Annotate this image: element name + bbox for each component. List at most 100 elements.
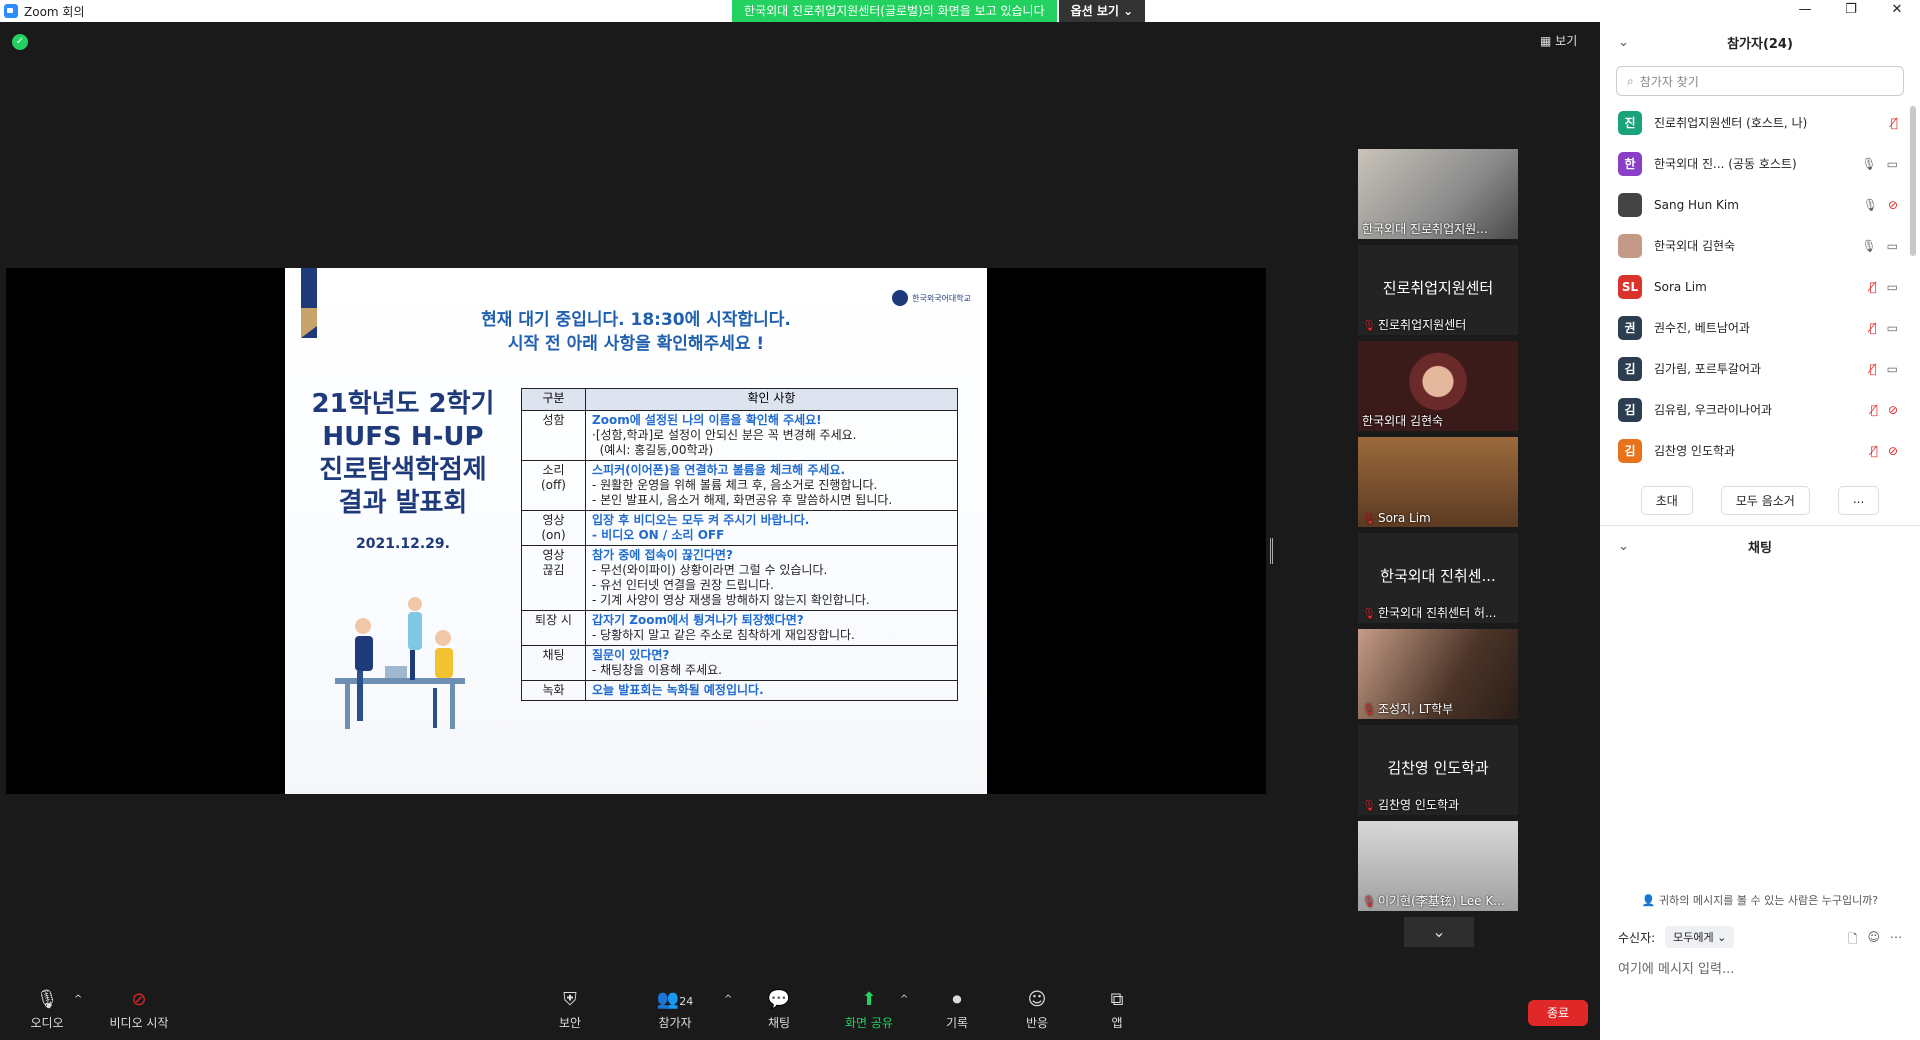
mic-muted-icon: 🎙̸: [1869, 361, 1877, 376]
video-tile[interactable]: 한국외대 김현숙: [1358, 341, 1518, 431]
checklist-headline: 질문이 있다면?: [592, 648, 670, 662]
chat-header: ⌄ 채팅: [1600, 526, 1920, 566]
checklist-row: 영상 (on) 입장 후 비디오는 모두 켜 주시기 바랍니다. - 비디오 ON …: [521, 510, 958, 546]
checklist-category: 영상 (on): [521, 510, 586, 546]
record-button[interactable]: ⏺ 기록: [922, 988, 992, 1031]
video-tile[interactable]: 김찬영 인도학과 🎙 김찬영 인도학과: [1358, 725, 1518, 815]
slide-header-line2: 시작 전 아래 사항을 확인해주세요 !: [507, 334, 765, 354]
more-options-icon[interactable]: ⋯: [1890, 930, 1902, 951]
camera-off-icon: ⊘: [1887, 197, 1898, 212]
video-tile-name: 🎙 김찬영 인도학과: [1362, 796, 1459, 813]
view-button[interactable]: ▦ 보기: [1540, 32, 1577, 49]
video-tile[interactable]: 한국외대 진로취업지원...: [1358, 149, 1518, 239]
checklist-line: - 비디오 ON / 소리 OFF: [592, 528, 725, 542]
checklist-line: - 유선 인터넷 연결을 권장 드립니다.: [592, 578, 774, 592]
presentation-slide: 한국외국어대학교 현재 대기 중입니다. 18:30에 시작합니다. 시작 전 …: [285, 268, 987, 794]
video-tile-name: 🎙 이기현(李基铉) Lee K...: [1362, 892, 1505, 909]
split-handle[interactable]: [1270, 538, 1273, 564]
participant-search-input[interactable]: ⌕ 참가자 찾기: [1616, 66, 1904, 96]
minimize-button[interactable]: —: [1782, 0, 1828, 22]
more-button[interactable]: ...: [1837, 486, 1880, 515]
participant-status-icons: 🎙̸ ⊘: [1838, 403, 1898, 417]
muted-mic-icon: 🎙: [1362, 799, 1376, 812]
participants-title: 참가자(24): [1727, 36, 1793, 52]
view-options-button[interactable]: 옵션 보기 ⌄: [1058, 0, 1146, 22]
security-label: 보안: [558, 1016, 582, 1030]
muted-mic-icon: 🎙: [1362, 607, 1376, 620]
video-tile-center-name: 김찬영 인도학과: [1387, 759, 1489, 777]
checklist-details: 입장 후 비디오는 모두 켜 주시기 바랍니다. - 비디오 ON / 소리 OF…: [585, 510, 958, 546]
participant-row[interactable]: 김 김가림, 포르투갈어과 🎙̸ ▭: [1600, 348, 1920, 389]
participant-row[interactable]: 권 권수진, 베트남어과 🎙̸ ▭: [1600, 307, 1920, 348]
participants-button[interactable]: 👥24 참가자: [640, 988, 710, 1031]
video-tile[interactable]: 한국외대 진취센... 🎙 한국외대 진취센터 허...: [1358, 533, 1518, 623]
mute-all-button[interactable]: 모두 음소거: [1720, 486, 1810, 515]
audio-button[interactable]: 🎙 오디오: [12, 988, 82, 1031]
avatar: 김: [1618, 356, 1642, 381]
mic-muted-icon: 🎙̸: [1870, 443, 1878, 458]
participant-row[interactable]: 진 진로취업지원센터 (호스트, 나) 🎙̸: [1600, 102, 1920, 143]
apps-button[interactable]: ⧉ 앱: [1082, 988, 1152, 1031]
participant-row[interactable]: Sang Hun Kim 🎙 ⊘: [1600, 184, 1920, 225]
video-tile[interactable]: 🎙 조성지, LT학부: [1358, 629, 1518, 719]
message-visibility-info[interactable]: 👤 귀하의 메시지를 볼 수 있는 사람은 누구입니까?: [1600, 892, 1920, 908]
avatar: [1618, 192, 1642, 217]
checklist-row: 녹화 오늘 발표회는 녹화될 예정입니다.: [521, 680, 958, 701]
checklist-category: 소리 (off): [521, 460, 586, 511]
person-icon: 👤: [1641, 894, 1656, 907]
smiley-icon: ☺: [1027, 989, 1047, 1010]
gallery-scroll-down-button[interactable]: ⌄: [1404, 917, 1474, 947]
apps-label: 앱: [1111, 1016, 1123, 1030]
share-options-caret[interactable]: ^: [900, 994, 908, 1005]
mic-icon: 🎙: [1862, 197, 1878, 212]
chat-button[interactable]: 💬 채팅: [744, 988, 814, 1031]
participant-name: 한국외대 김현숙: [1654, 239, 1736, 253]
close-button[interactable]: ✕: [1874, 0, 1920, 22]
encryption-shield-icon[interactable]: ✓: [12, 34, 28, 50]
chat-input[interactable]: 여기에 메시지 입력...: [1618, 958, 1734, 977]
participant-row[interactable]: 한 한국외대 진... (공동 호스트) 🎙 ▭: [1600, 143, 1920, 184]
chat-label: 채팅: [767, 1016, 791, 1030]
checklist-category: 영상 끊김: [521, 545, 586, 611]
video-tile[interactable]: 🎙 이기현(李基铉) Lee K...: [1358, 821, 1518, 911]
checklist-headline: 참가 중에 접속이 끊긴다면?: [592, 548, 733, 562]
slide-title: 21학년도 2학기 HUFS H-UP 진로탐색학점제 결과 발표회: [303, 388, 503, 520]
chat-collapse-icon[interactable]: ⌄: [1618, 539, 1629, 554]
video-tile[interactable]: 진로취업지원센터 🎙 진로취업지원센터: [1358, 245, 1518, 335]
file-icon[interactable]: 🗋: [1848, 930, 1858, 951]
camera-icon: ▭: [1886, 361, 1898, 376]
recipient-select[interactable]: 모두에게 ⌄: [1665, 926, 1735, 948]
participants-icon: 👥24: [656, 989, 694, 1010]
video-tile[interactable]: 🎙 Sora Lim: [1358, 437, 1518, 527]
participants-header: ⌄ 참가자(24): [1600, 22, 1920, 62]
participants-collapse-icon[interactable]: ⌄: [1618, 35, 1629, 50]
participant-row[interactable]: SL Sora Lim 🎙̸ ▭: [1600, 266, 1920, 307]
video-tile-name: 🎙 조성지, LT학부: [1362, 700, 1453, 717]
slide-title-line2: HUFS H-UP: [322, 422, 484, 452]
slide-date: 2021.12.29.: [356, 536, 450, 552]
participant-row[interactable]: 한국외대 김현숙 🎙 ▭: [1600, 225, 1920, 266]
checklist-row: 채팅 질문이 있다면? - 채팅창을 이용해 주세요.: [521, 645, 958, 681]
security-button[interactable]: ⛨ 보안: [535, 988, 605, 1031]
message-visibility-text: 귀하의 메시지를 볼 수 있는 사람은 누구입니까?: [1659, 894, 1879, 907]
end-meeting-button[interactable]: 종료: [1528, 1000, 1588, 1026]
invite-button[interactable]: 초대: [1640, 486, 1693, 515]
checklist-headline: Zoom에 설정된 나의 이름을 확인해 주세요!: [592, 413, 822, 427]
share-screen-button[interactable]: ⬆ 화면 공유: [834, 988, 904, 1031]
restore-button[interactable]: ❐: [1828, 0, 1874, 22]
participant-row[interactable]: 김 김찬영 인도학과 🎙̸ ⊘: [1600, 430, 1920, 471]
participant-row[interactable]: 김 김유림, 우크라이나어과 🎙̸ ⊘: [1600, 389, 1920, 430]
participants-options-caret[interactable]: ^: [724, 994, 732, 1005]
checklist-body: 성함 Zoom에 설정된 나의 이름을 확인해 주세요! ·[성함,학과]로 설정이…: [521, 410, 958, 701]
video-tile-name-text: 한국외대 김현숙: [1362, 414, 1444, 428]
university-seal-icon: [892, 290, 909, 306]
university-logo-text: 한국외국어대학교: [912, 293, 971, 303]
emoji-icon[interactable]: ☺: [1867, 930, 1880, 951]
checklist-headline: 오늘 발표회는 녹화될 예정입니다.: [592, 683, 764, 697]
audio-options-caret[interactable]: ^: [74, 994, 82, 1005]
reactions-button[interactable]: ☺ 반응: [1002, 988, 1072, 1031]
avatar: [1618, 233, 1642, 258]
search-placeholder: 참가자 찾기: [1639, 74, 1699, 89]
reactions-label: 반응: [1025, 1016, 1049, 1030]
start-video-button[interactable]: ⊘ 비디오 시작: [104, 988, 174, 1031]
